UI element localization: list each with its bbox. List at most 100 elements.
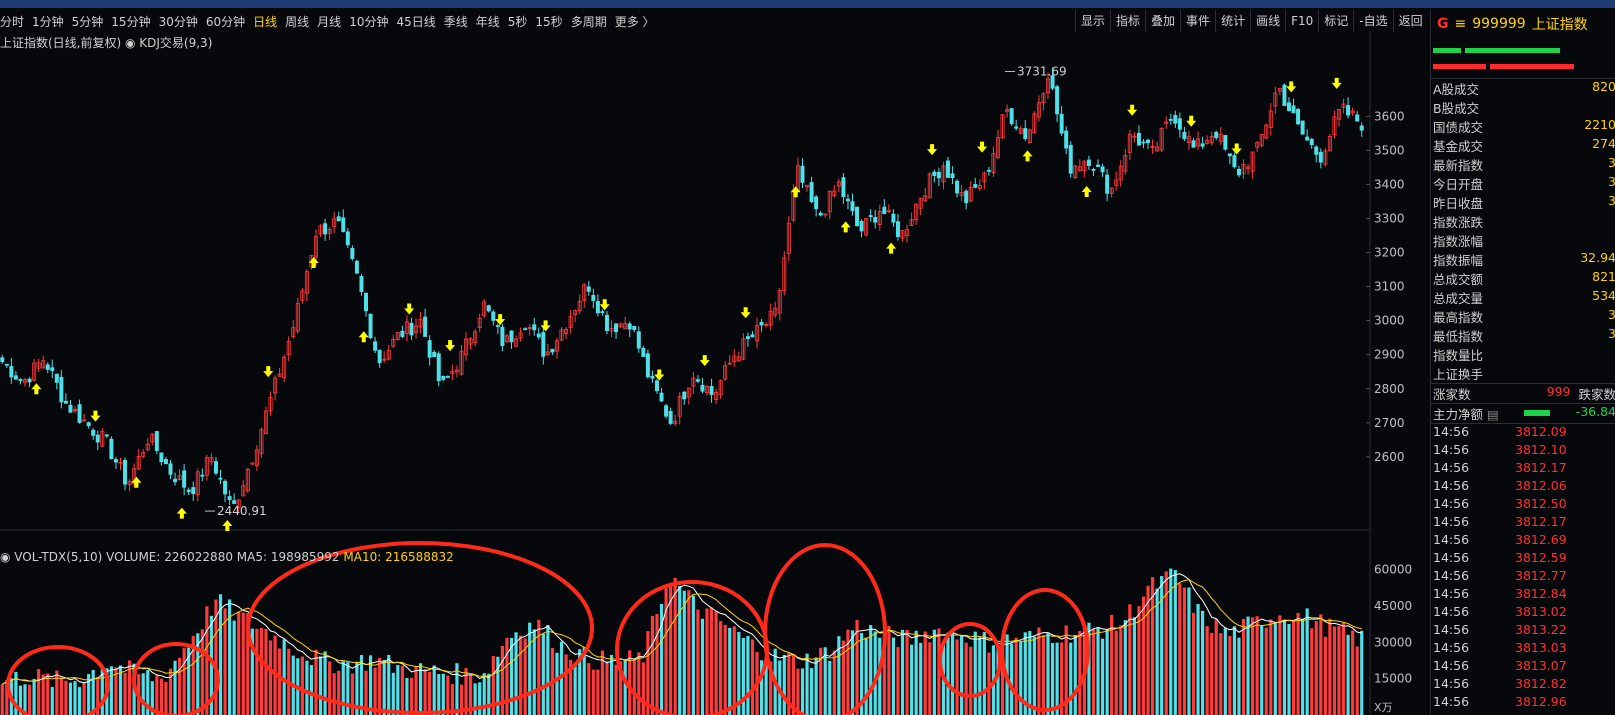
period-tab[interactable]: 周线 <box>285 13 309 30</box>
period-tab[interactable]: 分时 <box>0 13 24 30</box>
candle-body <box>1296 109 1301 125</box>
period-tab[interactable]: 15分钟 <box>111 13 150 30</box>
candle-body <box>123 459 128 485</box>
toolbar-button[interactable]: 事件 <box>1180 10 1215 32</box>
volume-bar <box>1014 637 1018 715</box>
volume-bar <box>1046 632 1050 715</box>
toolbar-button[interactable]: 画线 <box>1250 10 1285 32</box>
sell-arrow-icon <box>90 410 101 422</box>
menu-icon[interactable]: ≡ <box>1455 16 1467 32</box>
toolbar-button[interactable]: 统计 <box>1215 10 1250 32</box>
volume-bar <box>869 625 873 715</box>
volume-bar <box>800 668 805 715</box>
candle-body <box>695 379 700 382</box>
period-tab[interactable]: 15秒 <box>535 13 562 30</box>
toolbar-button[interactable]: 标记 <box>1318 10 1353 32</box>
candle-body <box>4 363 9 366</box>
period-tab[interactable]: 10分钟 <box>349 13 388 30</box>
volume-bar <box>982 632 986 715</box>
period-tab[interactable]: 60分钟 <box>206 13 245 30</box>
buy-arrow-icon <box>1081 186 1092 198</box>
period-tab[interactable]: 年线 <box>476 13 500 30</box>
candle-body <box>1068 144 1073 174</box>
candle-body <box>182 470 187 488</box>
period-tab[interactable]: 5秒 <box>508 13 528 30</box>
volume-bar <box>555 652 559 715</box>
volume-bar <box>414 666 418 715</box>
candle-body <box>400 330 405 337</box>
period-tab[interactable]: 45日线 <box>396 13 435 30</box>
volume-bar <box>328 661 332 715</box>
period-tab[interactable]: 日线 <box>253 13 277 30</box>
candle-body <box>27 378 32 383</box>
volume-bar <box>409 677 414 715</box>
candle-body <box>1286 102 1291 112</box>
candle-body <box>955 180 960 194</box>
volume-bar <box>1041 635 1046 715</box>
toolbar-button[interactable]: 指标 <box>1110 10 1145 32</box>
volume-bar <box>641 662 645 715</box>
period-tab[interactable]: 1分钟 <box>32 13 64 30</box>
candle-body <box>936 172 941 179</box>
vol-tick-label: 60000 <box>1374 563 1412 577</box>
period-tab[interactable]: 更多 〉 <box>615 13 655 30</box>
candle-body <box>13 375 18 380</box>
volume-bar <box>109 666 113 715</box>
volume-bar <box>218 594 223 715</box>
candle-body <box>809 182 814 203</box>
ma10-value: MA10: 216588832 <box>343 550 454 564</box>
period-tab[interactable]: 30分钟 <box>159 13 198 30</box>
candle-body <box>509 330 514 343</box>
toolbar-button[interactable]: 显示 <box>1075 10 1110 32</box>
volume-bar <box>532 629 536 715</box>
candle-body <box>1009 108 1014 125</box>
candle-body <box>750 334 755 338</box>
candle-body <box>709 386 714 395</box>
candle-body <box>1168 119 1173 121</box>
toolbar-button[interactable]: 叠加 <box>1145 10 1180 32</box>
volume-bar <box>73 681 77 715</box>
period-tab[interactable]: 多周期 <box>571 13 607 30</box>
y-tick-label: 2700 <box>1374 416 1405 430</box>
volume-bar <box>1332 626 1337 715</box>
candle-body <box>855 206 860 227</box>
period-tab[interactable]: 季线 <box>444 13 468 30</box>
candle-body <box>1086 159 1091 166</box>
candle-body <box>500 326 505 346</box>
chart-toolbar: 显示 指标 叠加 事件 统计 画线 F10 标记 -自选 返回 <box>1075 10 1428 32</box>
volume-indicator-label: ◉ VOL-TDX(5,10) <box>0 550 103 564</box>
volume-bar <box>1091 628 1096 715</box>
volume-bar <box>1319 614 1323 715</box>
volume-bar <box>487 673 491 715</box>
volume-bar <box>87 674 91 715</box>
candle-body <box>668 411 673 424</box>
period-tab[interactable]: 月线 <box>317 13 341 30</box>
candle-body <box>232 500 237 504</box>
volume-bar <box>714 611 718 715</box>
volume-bar <box>1205 626 1209 715</box>
volume-bar <box>268 640 273 715</box>
toolbar-button[interactable]: 返回 <box>1392 10 1428 32</box>
candle-body <box>86 422 91 427</box>
candle-body <box>868 215 873 217</box>
kline-chart[interactable]: 2600 2700 2800 2900 3000 3100 3200 3300 3400 3500… <box>0 30 1430 715</box>
candle-body <box>191 487 196 495</box>
candle-body <box>227 496 232 500</box>
candle-body <box>932 171 937 176</box>
y-tick-label: 3000 <box>1374 314 1405 328</box>
candle-body <box>1055 86 1060 115</box>
candle-body <box>1059 113 1064 134</box>
candle-body <box>63 400 68 404</box>
period-tab[interactable]: 5分钟 <box>72 13 104 30</box>
candle-body <box>1177 118 1182 130</box>
toolbar-button[interactable]: -自选 <box>1353 10 1392 32</box>
top-menu-bar <box>0 0 1615 8</box>
toolbar-button[interactable]: F10 <box>1285 10 1318 32</box>
candle-body <box>1182 132 1187 140</box>
candle-body <box>591 294 596 301</box>
volume-bar <box>887 626 891 715</box>
candle-body <box>632 326 637 331</box>
volume-bar <box>605 661 609 715</box>
candle-body <box>814 196 819 210</box>
volume-bar <box>405 677 409 715</box>
